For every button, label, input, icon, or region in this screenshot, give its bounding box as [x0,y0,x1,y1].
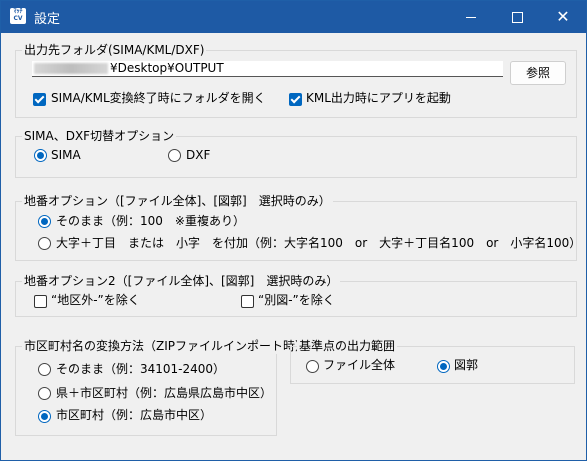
settings-window: ﾏｯﾁ CV 設定 ✕ 出力先フォルダ(SIMA/KML/DXF) ¥Deskt… [0,0,587,461]
minimize-icon [466,16,476,18]
sima-radio[interactable] [34,149,47,162]
sima-dxf-group: SIMA、DXF切替オプション [15,129,577,178]
close-button[interactable]: ✕ [540,1,586,33]
app-icon: ﾏｯﾁ CV [10,8,26,24]
launch-app-checkbox[interactable] [289,93,302,106]
city-asis-label: そのまま（例：34101-2400） [56,362,226,376]
close-icon: ✕ [556,7,570,26]
maximize-icon [511,11,523,23]
chiban-option-group: 地番オプション（[ファイル全体]、[図郭] 選択時のみ） [15,194,577,261]
reference-all-label: ファイル全体 [323,358,396,372]
city-only-radio[interactable] [38,410,51,423]
chiban-prefix-radio[interactable] [38,237,51,250]
exclude-betsuzu-label: “別図-”を除く [258,293,335,307]
reference-all-radio[interactable] [306,360,319,373]
chiban-prefix-label: 大字＋丁目 または 小字 を付加（例：大字名100 or 大字＋丁目名100 o… [56,236,582,250]
title-bar[interactable]: ﾏｯﾁ CV 設定 ✕ [1,1,586,33]
open-folder-checkbox[interactable] [33,93,46,106]
chiban-option2-group-title: 地番オプション2（[ファイル全体]、[図郭] 選択時のみ） [22,274,341,289]
dxf-radio[interactable] [168,149,181,162]
output-path-field[interactable]: ¥Desktop¥OUTPUT [32,61,503,77]
city-only-label: 市区町村（例：広島市中区） [56,408,213,422]
reference-zukaku-label: 図郭 [454,358,479,372]
output-path-value: ¥Desktop¥OUTPUT [110,61,224,75]
reference-range-group-title: 基準点の出力範囲 [297,339,398,354]
city-conversion-group-title: 市区町村名の変換方法（ZIPファイルインポート時） [22,339,309,354]
chiban-asis-label: そのまま（例：100 ※重複あり） [56,214,245,228]
reference-zukaku-radio[interactable] [437,360,450,373]
city-pref-radio[interactable] [38,387,51,400]
city-pref-label: 県＋市区町村（例：広島県広島市中区） [56,386,273,400]
browse-button[interactable]: 参照 [510,61,566,85]
minimize-button[interactable] [448,1,494,33]
redacted-path-prefix [34,63,108,74]
dxf-label: DXF [186,148,211,162]
maximize-button[interactable] [494,1,540,33]
output-folder-group-title: 出力先フォルダ(SIMA/KML/DXF) [22,43,207,58]
window-title: 設定 [34,12,61,27]
chiban-option-group-title: 地番オプション（[ファイル全体]、[図郭] 選択時のみ） [22,194,333,209]
exclude-outside-checkbox[interactable] [34,295,47,308]
city-asis-radio[interactable] [38,363,51,376]
chiban-asis-radio[interactable] [38,215,51,228]
launch-app-label: KML出力時にアプリを起動 [306,91,451,105]
open-folder-label: SIMA/KML変換終了時にフォルダを開く [51,91,266,105]
sima-label: SIMA [51,148,81,162]
sima-dxf-group-title: SIMA、DXF切替オプション [22,129,177,144]
exclude-betsuzu-checkbox[interactable] [241,295,254,308]
exclude-outside-label: “地区外-”を除く [51,293,140,307]
